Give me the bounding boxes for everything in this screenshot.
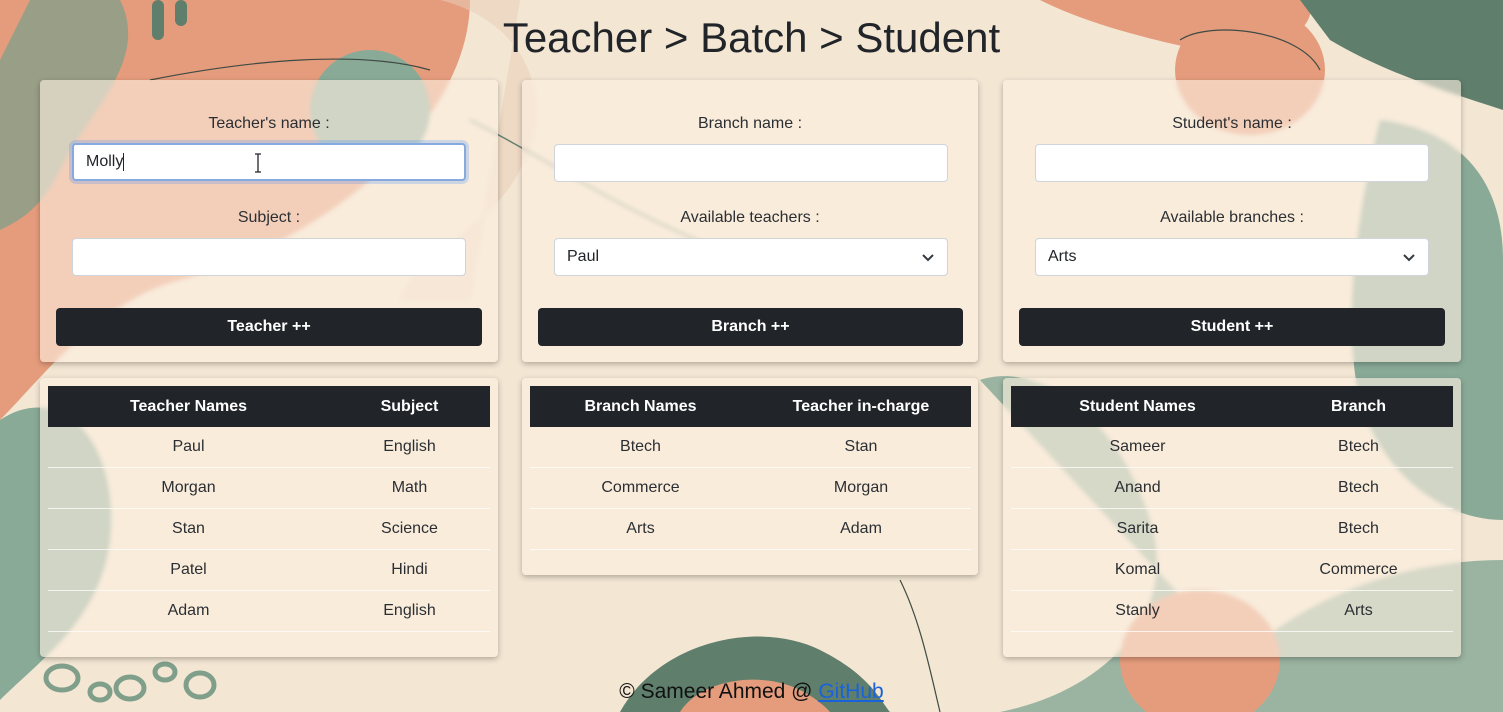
column-header-subject: Subject — [329, 386, 490, 427]
table-row: Sarita Btech — [1011, 508, 1453, 550]
page-title: Teacher > Batch > Student — [502, 14, 1001, 61]
chevron-down-icon — [1403, 254, 1415, 262]
teacher-name-cell: Morgan — [48, 467, 329, 509]
student-name-label: Student's name : — [1172, 115, 1292, 132]
teacher-in-charge-cell: Morgan — [751, 467, 971, 509]
student-branch-cell: Btech — [1264, 467, 1453, 509]
student-name-cell: Sarita — [1011, 508, 1264, 550]
table-row: Btech Stan — [530, 427, 971, 468]
add-student-button[interactable]: Student ++ — [1019, 308, 1445, 346]
teacher-name-input[interactable]: Molly — [72, 143, 466, 181]
student-branch-cell: Commerce — [1264, 549, 1453, 591]
available-teachers-label: Available teachers : — [680, 209, 820, 226]
footer-text: © Sameer Ahmed @ — [619, 680, 819, 703]
teacher-form-card: Teacher's name : Molly Subject : Teacher… — [40, 80, 498, 362]
table-row: Komal Commerce — [1011, 549, 1453, 591]
table-row: Stanly Arts — [1011, 590, 1453, 632]
column-header-teacher-names: Teacher Names — [48, 386, 329, 427]
text-cursor-icon — [255, 153, 261, 173]
subject-input[interactable] — [72, 238, 466, 276]
student-name-cell: Sameer — [1011, 427, 1264, 468]
teacher-name-cell: Patel — [48, 549, 329, 591]
student-name-cell: Anand — [1011, 467, 1264, 509]
subject-cell: Math — [329, 467, 490, 509]
student-branch-cell: Btech — [1264, 427, 1453, 468]
column-header-teacher-in-charge: Teacher in-charge — [751, 386, 971, 427]
branch-name-cell: Arts — [530, 508, 751, 550]
branch-table-card: Branch Names Teacher in-charge Btech Stan… — [522, 378, 978, 575]
column-header-branch-names: Branch Names — [530, 386, 751, 427]
column-header-student-names: Student Names — [1011, 386, 1264, 427]
table-row: Arts Adam — [530, 508, 971, 550]
table-header-row: Branch Names Teacher in-charge — [530, 386, 971, 427]
add-teacher-button[interactable]: Teacher ++ — [56, 308, 482, 346]
subject-cell: English — [329, 590, 490, 632]
table-row: Anand Btech — [1011, 467, 1453, 509]
teacher-table: Teacher Names Subject Paul English Morgan… — [48, 386, 490, 632]
github-link[interactable]: GitHub — [818, 680, 883, 703]
subject-cell: English — [329, 427, 490, 468]
student-branch-cell: Arts — [1264, 590, 1453, 632]
table-row: Sameer Btech — [1011, 427, 1453, 468]
branch-name-input[interactable] — [554, 144, 948, 182]
teacher-in-charge-cell: Adam — [751, 508, 971, 550]
available-teachers-select[interactable]: Paul — [554, 238, 948, 276]
footer: © Sameer Ahmed @ GitHub — [0, 680, 1503, 704]
teacher-name-label: Teacher's name : — [208, 115, 330, 132]
chevron-down-icon — [922, 254, 934, 262]
table-header-row: Teacher Names Subject — [48, 386, 490, 427]
teacher-name-cell: Stan — [48, 508, 329, 550]
student-table-card: Student Names Branch Sameer Btech Anand Bt… — [1003, 378, 1461, 657]
available-branches-label: Available branches : — [1160, 209, 1304, 226]
text-cursor — [123, 152, 125, 171]
column-header-branch: Branch — [1264, 386, 1453, 427]
student-name-input[interactable] — [1035, 144, 1429, 182]
teacher-name-cell: Adam — [48, 590, 329, 632]
student-branch-cell: Btech — [1264, 508, 1453, 550]
branch-form-card: Branch name : Available teachers : Paul … — [522, 80, 978, 362]
branch-name-label: Branch name : — [697, 115, 803, 132]
available-teachers-value: Paul — [567, 248, 600, 265]
subject-cell: Hindi — [329, 549, 490, 591]
student-form-card: Student's name : Available branches : Ar… — [1003, 80, 1461, 362]
subject-cell: Science — [329, 508, 490, 550]
table-row: Stan Science — [48, 508, 490, 550]
available-branches-value: Arts — [1048, 248, 1077, 265]
branch-table: Branch Names Teacher in-charge Btech Stan… — [530, 386, 971, 550]
table-row: Morgan Math — [48, 467, 490, 509]
teacher-name-value: Molly — [86, 153, 124, 170]
add-branch-button[interactable]: Branch ++ — [538, 308, 963, 346]
student-table: Student Names Branch Sameer Btech Anand Bt… — [1011, 386, 1453, 632]
teacher-in-charge-cell: Stan — [751, 427, 971, 468]
teacher-name-cell: Paul — [48, 427, 329, 468]
branch-name-cell: Commerce — [530, 467, 751, 509]
table-row: Commerce Morgan — [530, 467, 971, 509]
teacher-table-card: Teacher Names Subject Paul English Morgan… — [40, 378, 498, 657]
table-row: Paul English — [48, 427, 490, 468]
table-row: Adam English — [48, 590, 490, 632]
branch-name-cell: Btech — [530, 427, 751, 468]
table-row: Patel Hindi — [48, 549, 490, 591]
table-header-row: Student Names Branch — [1011, 386, 1453, 427]
student-name-cell: Stanly — [1011, 590, 1264, 632]
available-branches-select[interactable]: Arts — [1035, 238, 1429, 276]
student-name-cell: Komal — [1011, 549, 1264, 591]
subject-label: Subject : — [237, 209, 301, 226]
